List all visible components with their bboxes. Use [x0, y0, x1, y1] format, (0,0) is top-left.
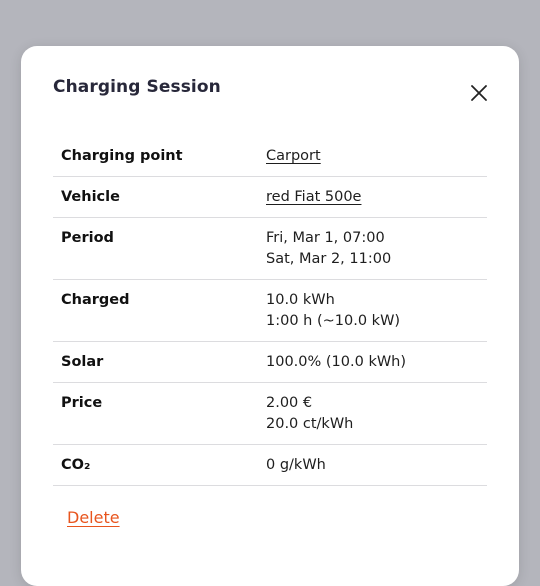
charging-point-label: Charging point — [61, 148, 183, 164]
vehicle-link[interactable]: red Fiat 500e — [266, 189, 361, 205]
charged-energy: 10.0 kWh — [266, 292, 335, 308]
price-label: Price — [61, 395, 103, 411]
price-total: 2.00 € — [266, 395, 313, 411]
row-price: Price 2.00 € 20.0 ct/kWh — [53, 383, 487, 445]
price-per-kwh: 20.0 ct/kWh — [266, 416, 354, 432]
charging-session-dialog: Charging Session Charging point Carport … — [21, 46, 519, 586]
co2-value: 0 g/kWh — [266, 457, 326, 473]
close-icon — [471, 85, 487, 101]
dialog-title: Charging Session — [53, 77, 221, 97]
delete-button[interactable]: Delete — [67, 508, 120, 527]
row-co2: CO₂ 0 g/kWh — [53, 445, 487, 486]
row-period: Period Fri, Mar 1, 07:00 Sat, Mar 2, 11:… — [53, 218, 487, 280]
period-start: Fri, Mar 1, 07:00 — [266, 230, 385, 246]
charged-label: Charged — [61, 292, 130, 308]
charged-duration: 1:00 h (~10.0 kW) — [266, 313, 401, 329]
period-label: Period — [61, 230, 114, 246]
solar-value: 100.0% (10.0 kWh) — [266, 354, 407, 370]
charging-point-link[interactable]: Carport — [266, 148, 321, 164]
row-charged: Charged 10.0 kWh 1:00 h (~10.0 kW) — [53, 280, 487, 342]
co2-label: CO₂ — [61, 457, 91, 473]
solar-label: Solar — [61, 354, 104, 370]
row-charging-point: Charging point Carport — [53, 136, 487, 177]
close-button[interactable] — [466, 80, 492, 106]
period-end: Sat, Mar 2, 11:00 — [266, 251, 392, 267]
session-details-table: Charging point Carport Vehicle red Fiat … — [53, 136, 487, 486]
row-solar: Solar 100.0% (10.0 kWh) — [53, 342, 487, 383]
vehicle-label: Vehicle — [61, 189, 120, 205]
row-vehicle: Vehicle red Fiat 500e — [53, 177, 487, 218]
